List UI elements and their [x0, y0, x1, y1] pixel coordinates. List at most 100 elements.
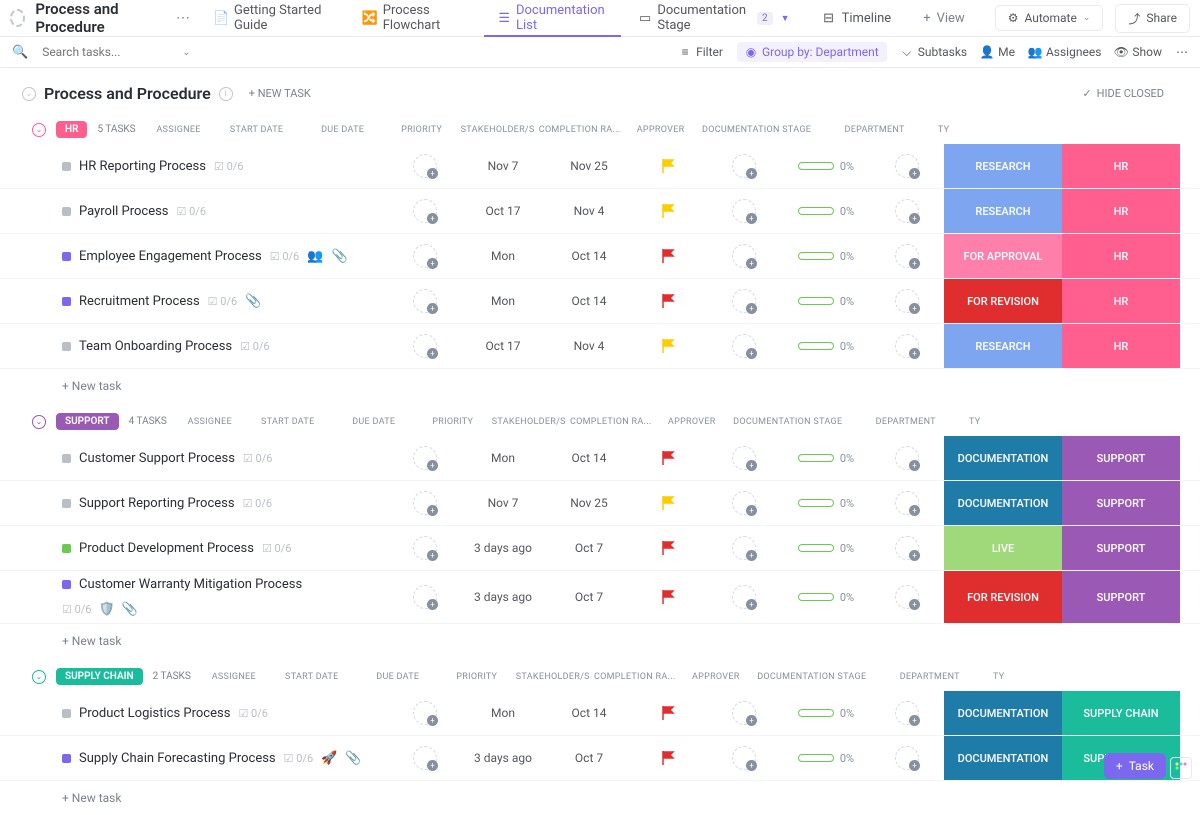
- approver-avatar[interactable]: [895, 701, 919, 725]
- stage-cell[interactable]: RESEARCH: [944, 324, 1062, 368]
- due-date[interactable]: Nov 4: [548, 324, 630, 368]
- stakeholder-avatar[interactable]: [732, 701, 756, 725]
- priority-flag[interactable]: [630, 481, 706, 525]
- collapse-icon[interactable]: ⌄: [22, 87, 36, 101]
- priority-flag[interactable]: [630, 279, 706, 323]
- stage-cell[interactable]: DOCUMENTATION: [944, 436, 1062, 480]
- stage-cell[interactable]: FOR APPROVAL: [944, 234, 1062, 278]
- dept-cell[interactable]: SUPPORT: [1062, 481, 1180, 525]
- stakeholder-avatar[interactable]: [732, 154, 756, 178]
- start-date[interactable]: 3 days ago: [458, 571, 548, 623]
- stakeholder-avatar[interactable]: [732, 536, 756, 560]
- me-button[interactable]: 👤Me: [981, 45, 1015, 59]
- table-row[interactable]: Employee Engagement Process ☑ 0/6👥 📎 Mon…: [0, 234, 1200, 279]
- subtasks-button[interactable]: ⌵Subtasks: [901, 45, 967, 59]
- assignee-avatar[interactable]: [413, 446, 437, 470]
- group-pill[interactable]: SUPPLY CHAIN: [56, 668, 143, 685]
- due-date[interactable]: Nov 25: [548, 481, 630, 525]
- dept-cell[interactable]: SUPPORT: [1062, 436, 1180, 480]
- completion-cell[interactable]: 0%: [782, 189, 870, 233]
- tab-timeline[interactable]: ⊟ Timeline: [808, 0, 906, 37]
- start-date[interactable]: 3 days ago: [458, 526, 548, 570]
- priority-flag[interactable]: [630, 691, 706, 735]
- start-date[interactable]: Mon: [458, 436, 548, 480]
- new-task-button[interactable]: + NEW TASK: [249, 87, 311, 100]
- assignee-avatar[interactable]: [413, 289, 437, 313]
- approver-avatar[interactable]: [895, 585, 919, 609]
- table-row[interactable]: Supply Chain Forecasting Process ☑ 0/6🚀 …: [0, 736, 1200, 781]
- due-date[interactable]: Nov 4: [548, 189, 630, 233]
- stage-cell[interactable]: DOCUMENTATION: [944, 736, 1062, 780]
- stakeholder-avatar[interactable]: [732, 334, 756, 358]
- dept-cell[interactable]: HR: [1062, 279, 1180, 323]
- status-square[interactable]: [62, 454, 71, 463]
- dept-cell[interactable]: SUPPORT: [1062, 526, 1180, 570]
- assignee-avatar[interactable]: [413, 746, 437, 770]
- tab-documentation-stage[interactable]: ▭ Documentation Stage 2 ▼: [625, 0, 804, 37]
- groupby-button[interactable]: ◉Group by: Department: [737, 42, 887, 62]
- table-row[interactable]: Payroll Process ☑ 0/6 Oct 17 Nov 4 0% RE…: [0, 189, 1200, 234]
- dept-cell[interactable]: SUPPORT: [1062, 571, 1180, 623]
- completion-cell[interactable]: 0%: [782, 736, 870, 780]
- table-row[interactable]: Support Reporting Process ☑ 0/6 Nov 7 No…: [0, 481, 1200, 526]
- completion-cell[interactable]: 0%: [782, 144, 870, 188]
- table-row[interactable]: Product Development Process ☑ 0/6 3 days…: [0, 526, 1200, 571]
- assignee-avatar[interactable]: [413, 701, 437, 725]
- start-date[interactable]: Oct 17: [458, 189, 548, 233]
- priority-flag[interactable]: [630, 526, 706, 570]
- tab-documentation-list[interactable]: ☰ Documentation List: [484, 0, 621, 37]
- priority-flag[interactable]: [630, 234, 706, 278]
- priority-flag[interactable]: [630, 736, 706, 780]
- table-row[interactable]: HR Reporting Process ☑ 0/6 Nov 7 Nov 25 …: [0, 144, 1200, 189]
- due-date[interactable]: Oct 7: [548, 526, 630, 570]
- due-date[interactable]: Nov 25: [548, 144, 630, 188]
- stakeholder-avatar[interactable]: [732, 585, 756, 609]
- status-square[interactable]: [62, 544, 71, 553]
- stage-cell[interactable]: LIVE: [944, 526, 1062, 570]
- table-row[interactable]: Team Onboarding Process ☑ 0/6 Oct 17 Nov…: [0, 324, 1200, 369]
- due-date[interactable]: Oct 14: [548, 691, 630, 735]
- completion-cell[interactable]: 0%: [782, 436, 870, 480]
- due-date[interactable]: Oct 14: [548, 279, 630, 323]
- chevron-down-icon[interactable]: ⌄: [182, 47, 190, 58]
- completion-cell[interactable]: 0%: [782, 571, 870, 623]
- group-collapse-icon[interactable]: ⌄: [32, 123, 46, 137]
- start-date[interactable]: Mon: [458, 234, 548, 278]
- due-date[interactable]: Oct 14: [548, 436, 630, 480]
- status-square[interactable]: [62, 754, 71, 763]
- share-button[interactable]: ⤴ Share: [1115, 4, 1190, 33]
- status-square[interactable]: [62, 342, 71, 351]
- stakeholder-avatar[interactable]: [732, 446, 756, 470]
- filter-button[interactable]: ≡Filter: [679, 45, 723, 59]
- dept-cell[interactable]: SUPPLY CHAIN: [1062, 691, 1180, 735]
- new-task-row[interactable]: + New task: [0, 369, 1200, 403]
- approver-avatar[interactable]: [895, 536, 919, 560]
- stakeholder-avatar[interactable]: [732, 244, 756, 268]
- table-row[interactable]: Customer Support Process ☑ 0/6 Mon Oct 1…: [0, 436, 1200, 481]
- stage-cell[interactable]: FOR REVISION: [944, 279, 1062, 323]
- start-date[interactable]: Nov 7: [458, 481, 548, 525]
- dept-cell[interactable]: HR: [1062, 324, 1180, 368]
- automate-button[interactable]: ⚙ Automate ⌄: [995, 5, 1104, 31]
- add-view-button[interactable]: + View: [909, 11, 979, 26]
- table-row[interactable]: Product Logistics Process ☑ 0/6 Mon Oct …: [0, 691, 1200, 736]
- status-square[interactable]: [62, 162, 71, 171]
- stakeholder-avatar[interactable]: [732, 199, 756, 223]
- status-square[interactable]: [62, 709, 71, 718]
- stage-cell[interactable]: DOCUMENTATION: [944, 691, 1062, 735]
- table-row[interactable]: Customer Warranty Mitigation Process ☑ 0…: [0, 571, 1200, 624]
- completion-cell[interactable]: 0%: [782, 691, 870, 735]
- group-collapse-icon[interactable]: ⌄: [32, 415, 46, 429]
- assignee-avatar[interactable]: [413, 199, 437, 223]
- stakeholder-avatar[interactable]: [732, 491, 756, 515]
- approver-avatar[interactable]: [895, 199, 919, 223]
- assignee-avatar[interactable]: [413, 585, 437, 609]
- approver-avatar[interactable]: [895, 491, 919, 515]
- stage-cell[interactable]: DOCUMENTATION: [944, 481, 1062, 525]
- status-square[interactable]: [62, 297, 71, 306]
- status-square[interactable]: [62, 580, 71, 589]
- approver-avatar[interactable]: [895, 446, 919, 470]
- hide-closed-button[interactable]: ✓ HIDE CLOSED: [1082, 87, 1164, 100]
- more-icon[interactable]: ⋯: [170, 10, 196, 26]
- table-row[interactable]: Recruitment Process ☑ 0/6📎 Mon Oct 14 0%…: [0, 279, 1200, 324]
